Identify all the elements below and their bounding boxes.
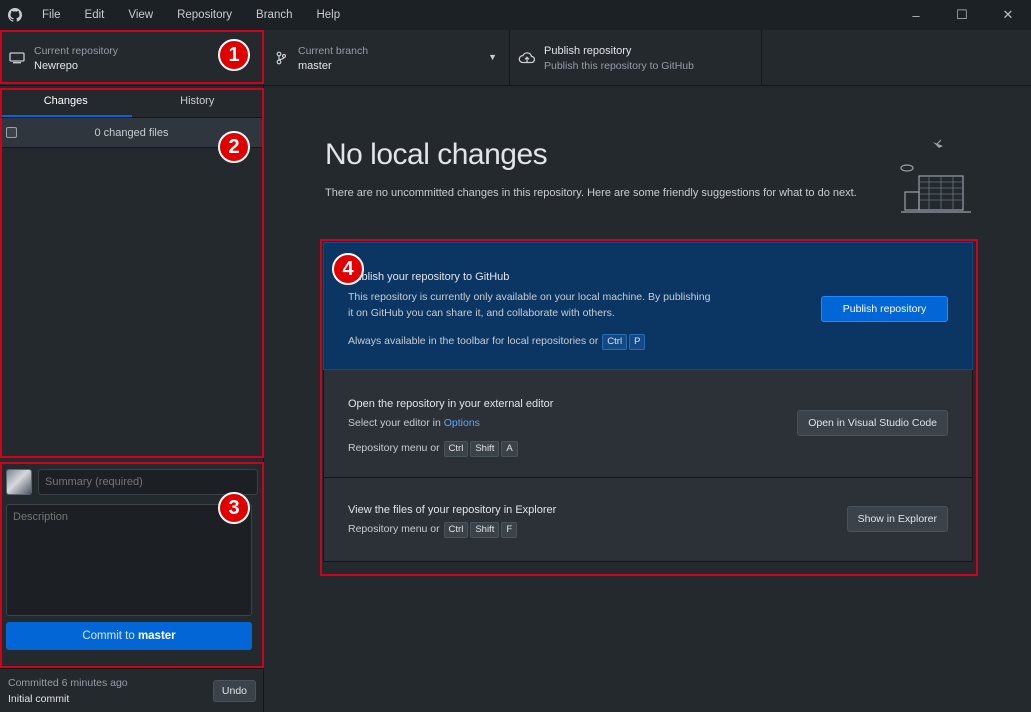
annotation-badge-1: 1 — [218, 39, 250, 71]
shortcut-key: A — [501, 441, 518, 457]
publish-repository-label: Publish repository — [544, 44, 632, 57]
open-editor-shortcut: Repository menu or Ctrl Shift A — [348, 441, 519, 457]
cloud-upload-icon — [510, 51, 544, 65]
publish-repository-description: Publish this repository to GitHub — [544, 59, 694, 72]
tab-changes[interactable]: Changes — [0, 86, 132, 117]
open-editor-card: Open the repository in your external edi… — [323, 370, 973, 478]
sidebar: Changes History 0 changed files Commit t… — [0, 86, 264, 712]
commit-description-input[interactable] — [6, 504, 252, 616]
open-editor-select-text: Select your editor in — [348, 417, 441, 429]
main-content: No local changes There are no uncommitte… — [265, 86, 1031, 712]
menu-help[interactable]: Help — [304, 0, 352, 30]
publish-repository-cta[interactable]: Publish repository — [821, 296, 948, 322]
minimize-button[interactable]: – — [893, 0, 939, 30]
commit-form: Commit to master — [0, 462, 264, 656]
toolbar: Current repository Newrepo Current branc… — [0, 30, 1031, 86]
repo-icon — [0, 52, 34, 64]
publish-card-hint: Always available in the toolbar for loca… — [348, 334, 646, 350]
open-in-editor-button[interactable]: Open in Visual Studio Code — [797, 410, 948, 436]
maximize-button[interactable]: ☐ — [939, 0, 985, 30]
show-in-explorer-menu-text: Repository menu or — [348, 523, 440, 535]
shortcut-key: Ctrl — [443, 522, 469, 538]
commit-summary-input[interactable] — [38, 469, 258, 495]
empty-state-illustration — [900, 139, 971, 213]
close-button[interactable]: ✕ — [985, 0, 1031, 30]
current-branch-label: Current branch — [298, 44, 369, 57]
publish-repository-button[interactable]: Publish repository Publish this reposito… — [510, 30, 762, 86]
publish-card-title: Publish your repository to GitHub — [348, 271, 510, 283]
last-commit-bar: Committed 6 minutes ago Initial commit U… — [0, 668, 264, 712]
publish-card-hint-text: Always available in the toolbar for loca… — [348, 335, 599, 347]
shortcut-key: Ctrl — [443, 441, 469, 457]
show-in-explorer-title: View the files of your repository in Exp… — [348, 504, 557, 516]
suggestion-cards: Publish your repository to GitHub This r… — [323, 242, 973, 572]
show-in-explorer-button[interactable]: Show in Explorer — [846, 506, 948, 532]
menu-edit[interactable]: Edit — [73, 0, 117, 30]
github-logo-icon[interactable] — [0, 0, 30, 30]
current-repository-value: Newrepo — [34, 59, 79, 72]
open-editor-title: Open the repository in your external edi… — [348, 398, 554, 410]
shortcut-key: F — [501, 522, 518, 538]
title-bar: File Edit View Repository Branch Help – … — [0, 0, 1031, 30]
show-in-explorer-shortcut: Repository menu or Ctrl Shift F — [348, 522, 518, 538]
current-branch-value: master — [298, 59, 332, 72]
shortcut-key: Shift — [470, 522, 500, 538]
last-commit-message: Initial commit — [8, 692, 70, 705]
publish-card: Publish your repository to GitHub This r… — [323, 242, 973, 370]
commit-button-branch: master — [137, 630, 176, 642]
branch-icon — [264, 51, 298, 65]
caret-down-icon: ▼ — [488, 52, 497, 62]
current-branch-dropdown[interactable]: Current branch master ▼ — [264, 30, 510, 86]
avatar[interactable] — [6, 469, 32, 495]
tab-history[interactable]: History — [132, 86, 264, 117]
shortcut-key: P — [629, 334, 646, 350]
window-controls: – ☐ ✕ — [893, 0, 1031, 30]
current-repository-label: Current repository — [34, 44, 119, 57]
annotation-badge-2: 2 — [218, 131, 250, 163]
annotation-badge-4: 4 — [332, 253, 364, 285]
menu-branch[interactable]: Branch — [244, 0, 304, 30]
commit-button[interactable]: Commit to master — [6, 622, 252, 650]
menu-bar: File Edit View Repository Branch Help — [30, 0, 352, 30]
menu-repository[interactable]: Repository — [165, 0, 244, 30]
last-commit-time: Committed 6 minutes ago — [8, 676, 128, 689]
commit-button-prefix: Commit to — [82, 630, 135, 642]
options-link[interactable]: Options — [444, 417, 480, 429]
show-in-explorer-card: View the files of your repository in Exp… — [323, 478, 973, 562]
menu-view[interactable]: View — [116, 0, 165, 30]
annotation-badge-3: 3 — [218, 492, 250, 524]
shortcut-key: Ctrl — [602, 334, 628, 350]
open-editor-menu-text: Repository menu or — [348, 442, 440, 454]
undo-button[interactable]: Undo — [212, 679, 256, 702]
publish-card-text-1: This repository is currently only availa… — [348, 291, 711, 303]
publish-card-text-2: it on GitHub you can share it, and colla… — [348, 307, 615, 319]
page-subtitle: There are no uncommitted changes in this… — [325, 187, 857, 199]
shortcut-key: Shift — [470, 441, 500, 457]
open-editor-select: Select your editor in Options — [348, 417, 480, 429]
menu-file[interactable]: File — [30, 0, 73, 30]
sidebar-tabs: Changes History — [0, 86, 263, 118]
page-title: No local changes — [325, 138, 548, 171]
